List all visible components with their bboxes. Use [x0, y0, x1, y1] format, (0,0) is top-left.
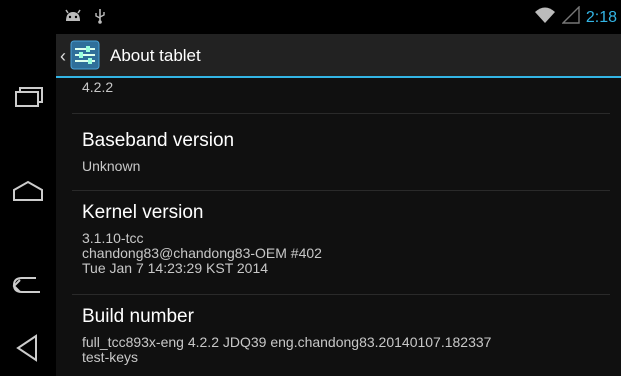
volume-down-icon: [10, 330, 46, 366]
navigation-bar: [0, 34, 56, 376]
home-icon: [10, 174, 46, 210]
pref-kernel-version[interactable]: Kernel version 3.1.10-tcc chandong83@cha…: [82, 202, 610, 276]
wifi-icon: [534, 6, 556, 29]
android-debug-icon: [64, 9, 82, 28]
pref-summary: full_tcc893x-eng 4.2.2 JDQ39 eng.chandon…: [82, 334, 492, 365]
pref-build-number[interactable]: Build number full_tcc893x-eng 4.2.2 JDQ3…: [82, 306, 610, 365]
recent-apps-icon: [10, 80, 46, 116]
recent-apps-button[interactable]: [10, 80, 46, 116]
divider: [72, 113, 610, 114]
pref-android-version[interactable]: 4.2.2: [82, 78, 610, 95]
pref-summary: Unknown: [82, 158, 141, 174]
signal-icon: [561, 5, 580, 29]
back-button[interactable]: [10, 266, 46, 302]
up-caret-icon[interactable]: ‹: [60, 46, 66, 67]
action-bar: ‹ About tablet: [56, 34, 621, 78]
status-left-icons: [64, 8, 106, 29]
divider: [72, 190, 610, 191]
pref-title: Build number: [82, 306, 194, 327]
pref-baseband-version[interactable]: Baseband version Unknown: [82, 130, 610, 174]
home-button[interactable]: [10, 174, 46, 210]
page-title: About tablet: [110, 46, 201, 65]
status-bar: 2:18: [0, 0, 621, 34]
pref-summary: 4.2.2: [82, 79, 114, 95]
pref-summary: 3.1.10-tcc chandong83@chandong83-OEM #40…: [82, 230, 322, 276]
pref-title: Baseband version: [82, 130, 235, 151]
status-right-icons: 2:18: [534, 5, 617, 29]
back-icon: [10, 266, 46, 302]
status-clock: 2:18: [585, 8, 617, 26]
pref-title: Kernel version: [82, 202, 204, 223]
divider: [72, 294, 610, 295]
volume-down-button[interactable]: [10, 330, 46, 366]
settings-icon[interactable]: [70, 40, 100, 70]
preference-list: 4.2.2 Baseband version Unknown Kernel ve…: [56, 78, 621, 376]
usb-icon: [94, 8, 106, 29]
